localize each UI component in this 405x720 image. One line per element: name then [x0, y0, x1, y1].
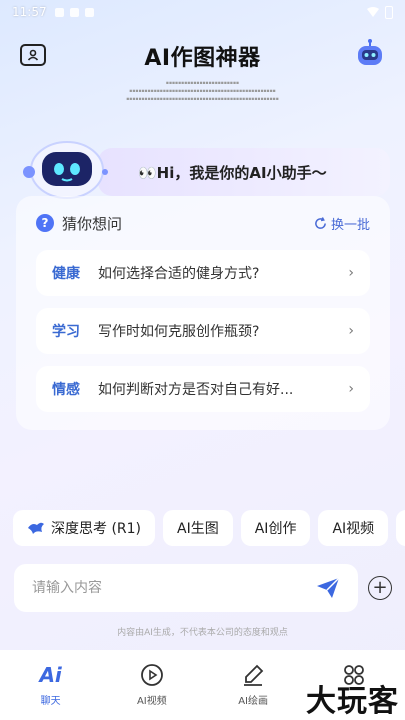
chevron-right-icon: ›	[348, 381, 354, 397]
ai-chat-icon: Ai	[39, 663, 62, 687]
suggestion-question: 写作时如何克服创作瓶颈?	[98, 324, 260, 340]
suggestion-item[interactable]: 健康 如何选择合适的健身方式? ›	[36, 250, 370, 296]
suggestion-header: ? 猜你想问 换一批	[36, 212, 370, 234]
chip-ai-create[interactable]: AI创作	[240, 510, 311, 546]
status-time: 11:57	[12, 5, 47, 19]
suggestion-tag: 情感	[52, 382, 80, 398]
tab-ai-paint[interactable]: AI绘画	[223, 662, 283, 707]
refresh-icon	[315, 216, 326, 229]
status-bar: 11:57	[0, 0, 405, 24]
chip-label: AI生图	[177, 521, 219, 537]
chip-ai-video[interactable]: AI视频	[318, 510, 389, 546]
page-title: AI作图神器	[144, 46, 261, 71]
chip-label: AI创作	[254, 521, 297, 537]
tab-ai-video[interactable]: AI视频	[122, 662, 182, 707]
profile-card-button[interactable]	[20, 44, 46, 66]
battery-icon	[385, 5, 393, 19]
send-icon[interactable]	[316, 577, 340, 599]
filing-disclaimer: ▪▪▪▪▪▪▪▪▪▪▪▪▪▪▪▪▪▪▪▪▪▪▪▪ ▪▪▪▪▪▪▪▪▪▪▪▪▪▪▪…	[126, 81, 279, 102]
suggestion-card: ? 猜你想问 换一批 健康 如何选择合适的健身方式? › 学习 写作时如何克服创…	[16, 196, 390, 430]
app-header: AI作图神器	[0, 36, 405, 76]
brush-icon	[244, 664, 264, 686]
suggestion-item[interactable]: 学习 写作时如何克服创作瓶颈? ›	[36, 308, 370, 354]
play-circle-icon	[140, 664, 163, 686]
tab-label: AI绘画	[238, 696, 269, 707]
question-icon: ?	[36, 214, 54, 232]
suggestion-question: 如何判断对方是否对自己有好...	[98, 382, 294, 398]
greeting-bubble: 👀Hi，我是你的AI小助手～	[98, 148, 390, 196]
robot-assistant-icon[interactable]	[355, 38, 385, 68]
wifi-icon	[367, 7, 379, 17]
tab-label: AI视频	[136, 696, 167, 707]
tab-chat[interactable]: Ai 聊天	[21, 662, 81, 707]
status-notification-icons	[54, 7, 94, 17]
message-input[interactable]	[32, 580, 316, 596]
ai-disclaimer: 内容由AI生成，不代表本公司的态度和观点	[117, 628, 288, 638]
suggestion-heading: 猜你想问	[62, 214, 123, 233]
chip-overflow[interactable]	[396, 510, 405, 546]
suggestion-item[interactable]: 情感 如何判断对方是否对自己有好... ›	[36, 366, 370, 412]
chevron-right-icon: ›	[348, 323, 354, 339]
chip-ai-image[interactable]: AI生图	[163, 510, 233, 546]
chip-label: AI视频	[332, 521, 375, 537]
plus-icon: +	[372, 577, 388, 598]
tab-label: 聊天	[40, 696, 61, 707]
refresh-label: 换一批	[330, 217, 370, 233]
notification-icon	[84, 7, 94, 17]
suggestion-tag: 学习	[52, 324, 80, 340]
download-icon	[54, 7, 64, 17]
chevron-right-icon: ›	[348, 265, 354, 281]
message-input-row: +	[14, 564, 392, 612]
deep-think-icon	[28, 522, 44, 534]
robot-mascot-icon	[23, 141, 108, 199]
greeting-text: 👀Hi，我是你的AI小助手～	[138, 163, 327, 182]
chip-label: 深度思考 (R1)	[51, 521, 142, 537]
suggestion-tag: 健康	[52, 266, 80, 282]
id-card-icon	[27, 49, 39, 61]
notification-icon	[69, 7, 79, 17]
refresh-button[interactable]: 换一批	[314, 214, 370, 233]
chip-deep-think[interactable]: 深度思考 (R1)	[13, 510, 156, 546]
message-input-box	[14, 564, 358, 612]
add-button[interactable]: +	[368, 576, 392, 600]
quick-action-chips: 深度思考 (R1) AI生图 AI创作 AI视频	[13, 510, 405, 546]
status-system-icons	[367, 5, 393, 19]
watermark-text: 大玩客	[306, 684, 399, 719]
suggestion-question: 如何选择合适的健身方式?	[98, 266, 260, 282]
